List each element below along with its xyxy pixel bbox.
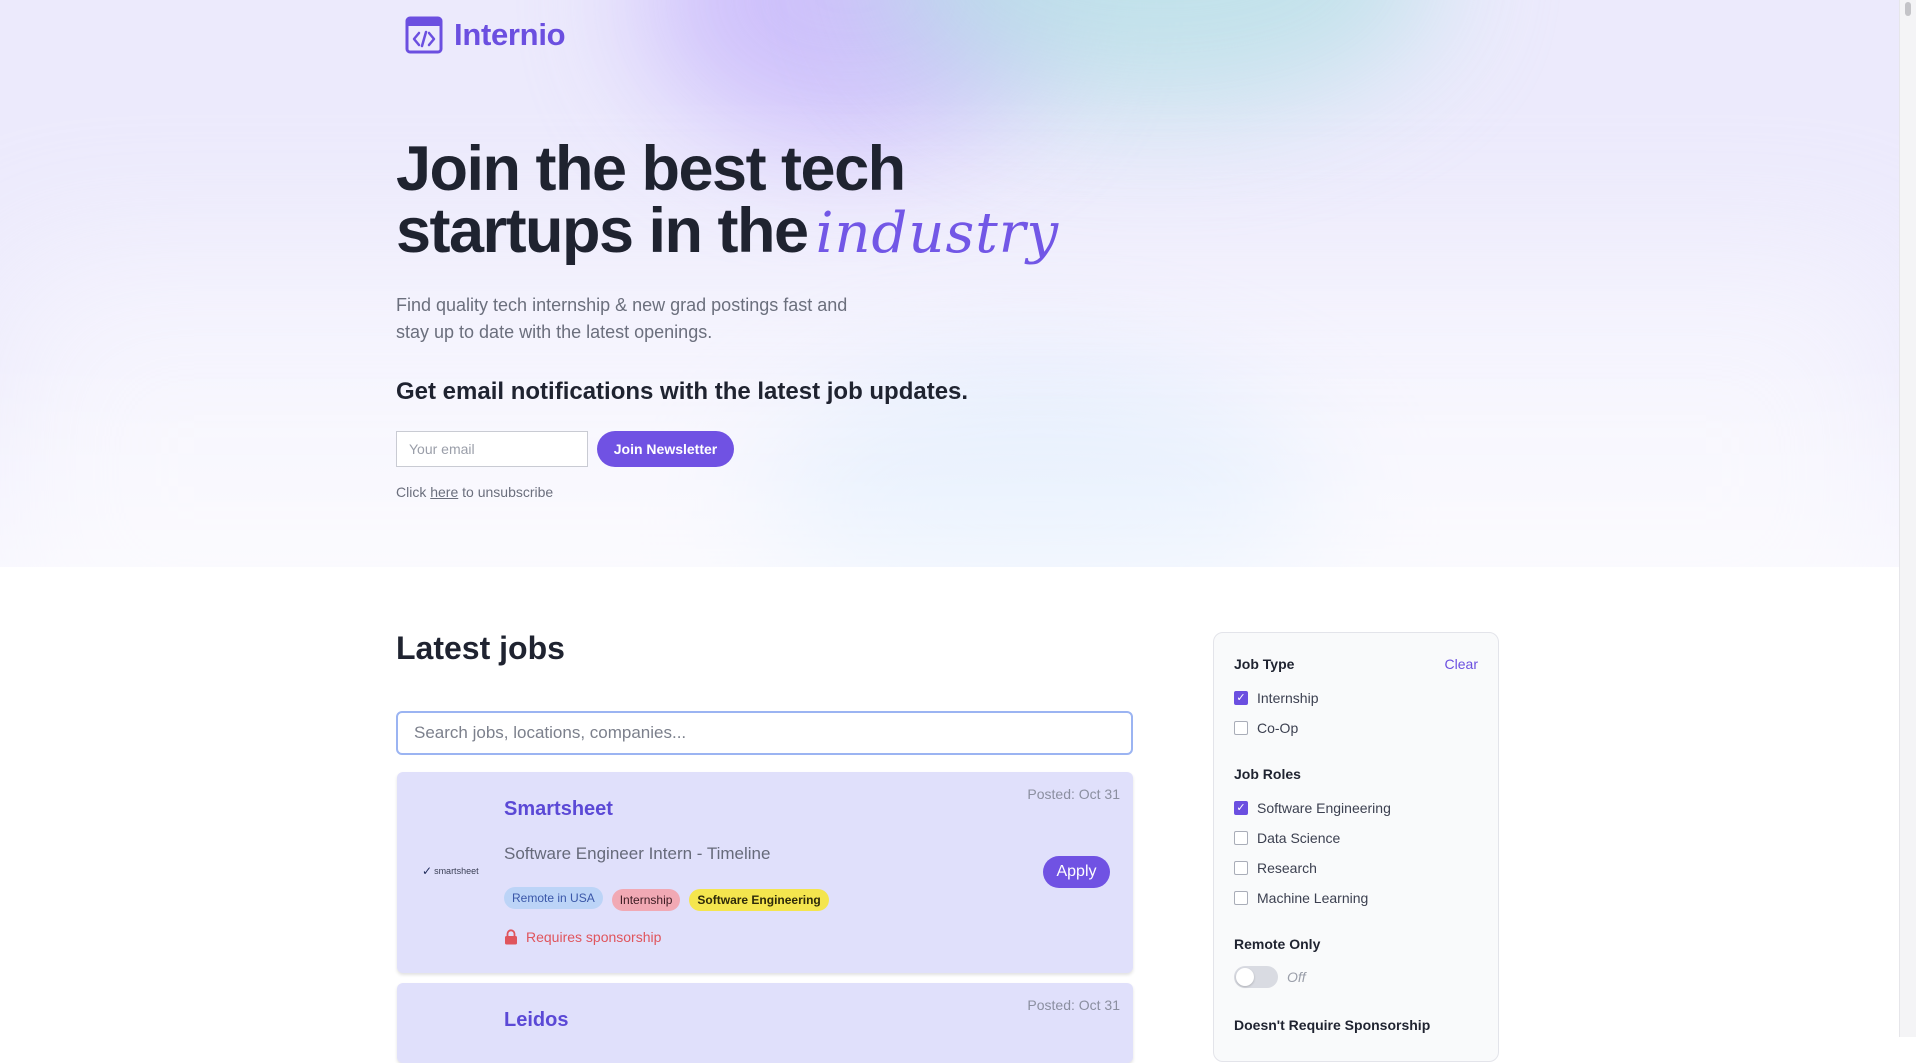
latest-jobs-title: Latest jobs [396,630,565,666]
toggle-state-label: Off [1287,969,1306,985]
job-role: Software Engineer Intern - Timeline [504,844,771,863]
job-search-input[interactable] [396,711,1133,755]
sponsorship-note: Requires sponsorship [504,929,661,945]
filter-option-co-op[interactable]: Co-Op [1234,720,1298,736]
hero-title-line1: Join the best tech [396,134,906,204]
remote-only-toggle[interactable] [1234,966,1278,988]
filter-option-label: Data Science [1257,830,1341,846]
posted-date: Posted: Oct 31 [1027,786,1120,802]
filter-option-research[interactable]: Research [1234,860,1317,876]
filters-panel: Job Type Clear ✓ Internship Co-Op Job Ro… [1213,632,1499,1062]
hero-section [0,0,1900,567]
tag-job-type: Internship [611,889,681,911]
checkmark-icon: ✓ [422,864,433,878]
unsubscribe-suffix: to unsubscribe [462,484,554,500]
filter-option-label: Research [1257,860,1317,876]
company-logo-text: smartsheet [434,866,479,876]
email-input[interactable] [396,431,588,467]
unsubscribe-text: Click here to unsubscribe [396,484,553,500]
company-logo: ✓ smartsheet [422,864,479,878]
remote-only-toggle-row[interactable]: Off [1234,966,1306,988]
hero-title-script: industry [815,201,1060,266]
checkbox-icon[interactable] [1234,891,1248,905]
checkbox-checked-icon[interactable]: ✓ [1234,801,1248,815]
code-window-icon [405,16,443,54]
hero-title-line2: startups in the [396,196,809,266]
filter-option-label: Internship [1257,690,1319,706]
scrollbar-thumb[interactable] [1905,2,1911,16]
filter-option-label: Software Engineering [1257,800,1391,816]
company-name[interactable]: Leidos [504,1009,568,1032]
hero-title: Join the best tech startups in the indust… [396,138,1196,265]
filter-option-label: Machine Learning [1257,890,1369,906]
filter-job-type-title: Job Type [1234,656,1295,672]
brand-name: Internio [454,17,566,52]
filter-sponsorship-title: Doesn't Require Sponsorship [1234,1017,1431,1033]
lock-icon [505,929,517,945]
brand-logo[interactable]: Internio [404,15,566,55]
job-tags: Remote in USA Internship Software Engine… [504,885,829,911]
unsubscribe-prefix: Click [396,484,427,500]
checkbox-icon[interactable] [1234,861,1248,875]
filter-option-data-science[interactable]: Data Science [1234,830,1340,846]
hero-subtitle: Find quality tech internship & new grad … [396,295,848,342]
tag-job-role: Software Engineering [689,889,829,911]
job-card[interactable]: Posted: Oct 31 ✓ smartsheet Smartsheet S… [397,772,1133,973]
checkbox-icon[interactable] [1234,721,1248,735]
sponsorship-text: Requires sponsorship [526,929,662,945]
join-newsletter-button[interactable]: Join Newsletter [597,431,734,467]
toggle-knob [1236,968,1254,986]
filter-remote-title: Remote Only [1234,936,1321,952]
company-name[interactable]: Smartsheet [504,798,613,821]
email-heading: Get email notifications with the latest … [396,378,969,405]
filter-option-label: Co-Op [1257,720,1299,736]
checkbox-icon[interactable] [1234,831,1248,845]
filter-option-machine-learning[interactable]: Machine Learning [1234,890,1368,906]
page-scrollbar[interactable] [1899,0,1916,1037]
tag-location: Remote in USA [504,887,603,909]
posted-date: Posted: Oct 31 [1027,997,1120,1013]
filter-option-internship[interactable]: ✓ Internship [1234,690,1318,706]
job-card[interactable]: Posted: Oct 31 Leidos [397,983,1133,1063]
clear-filters-button[interactable]: Clear [1445,656,1478,672]
apply-button[interactable]: Apply [1043,856,1110,888]
filter-job-roles-title: Job Roles [1234,766,1301,782]
checkbox-checked-icon[interactable]: ✓ [1234,691,1248,705]
filter-option-software-engineering[interactable]: ✓ Software Engineering [1234,800,1391,816]
unsubscribe-link[interactable]: here [430,484,458,500]
